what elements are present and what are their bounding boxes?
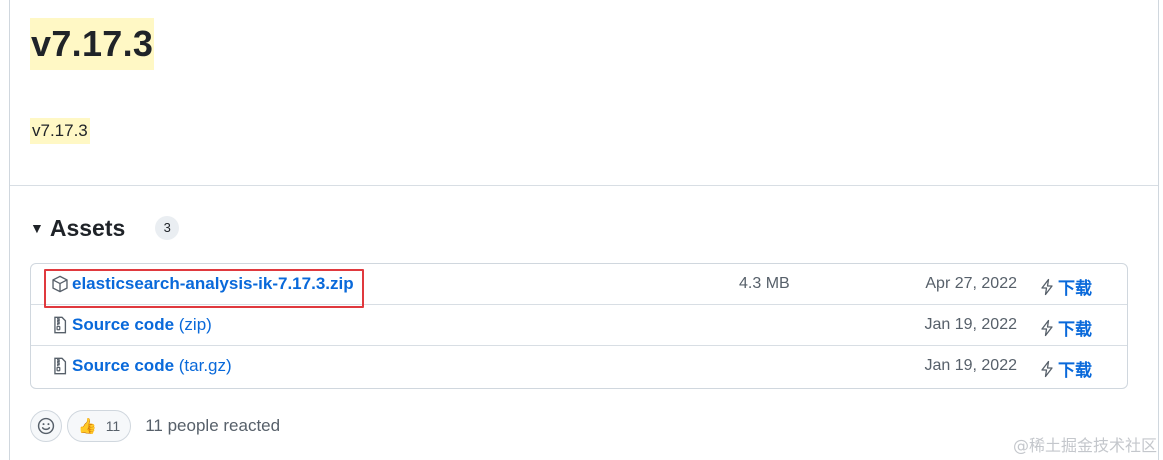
reaction-count: 11 (105, 418, 121, 434)
package-icon (51, 275, 69, 293)
add-reaction-button[interactable] (30, 410, 62, 442)
reactions-bar: 👍 11 11 people reacted (30, 410, 280, 442)
assets-toggle[interactable]: ▼ Assets 3 (30, 212, 180, 244)
reactions-summary: 11 people reacted (145, 416, 281, 435)
asset-link[interactable]: elasticsearch-analysis-ik-7.17.3.zip (72, 274, 354, 294)
lightning-icon (1041, 278, 1053, 295)
download-button[interactable]: 下载 (1039, 356, 1092, 381)
divider (10, 185, 1158, 186)
asset-size: 4.3 MB (739, 275, 790, 292)
assets-heading: Assets (49, 214, 126, 241)
thumbs-up-reaction[interactable]: 👍 11 (67, 410, 132, 442)
asset-row: Source code (tar.gz) Jan 19, 2022 下载 (31, 346, 1127, 387)
asset-link[interactable]: Source code (tar.gz) (72, 356, 232, 376)
asset-row: Source code (zip) Jan 19, 2022 下载 (31, 305, 1127, 346)
asset-row: elasticsearch-analysis-ik-7.17.3.zip 4.3… (31, 264, 1127, 305)
file-zip-icon (51, 316, 69, 334)
download-button[interactable]: 下载 (1039, 315, 1092, 340)
file-zip-icon (51, 357, 69, 375)
triangle-down-icon: ▼ (30, 220, 44, 236)
asset-date: Jan 19, 2022 (924, 357, 1017, 374)
release-title: v7.17.3 (30, 18, 155, 70)
smiley-icon (37, 417, 55, 435)
release-card (9, 0, 1159, 460)
lightning-icon (1041, 360, 1053, 377)
asset-link[interactable]: Source code (zip) (72, 315, 212, 335)
asset-date: Jan 19, 2022 (924, 316, 1017, 333)
download-button[interactable]: 下载 (1039, 274, 1092, 299)
release-subtitle: v7.17.3 (30, 118, 90, 144)
assets-count-badge: 3 (155, 216, 180, 240)
asset-date: Apr 27, 2022 (925, 275, 1017, 292)
thumbs-up-icon: 👍 (78, 418, 97, 435)
assets-list: elasticsearch-analysis-ik-7.17.3.zip 4.3… (30, 263, 1128, 389)
watermark: @稀土掘金技术社区 (1012, 436, 1157, 455)
lightning-icon (1041, 319, 1053, 336)
